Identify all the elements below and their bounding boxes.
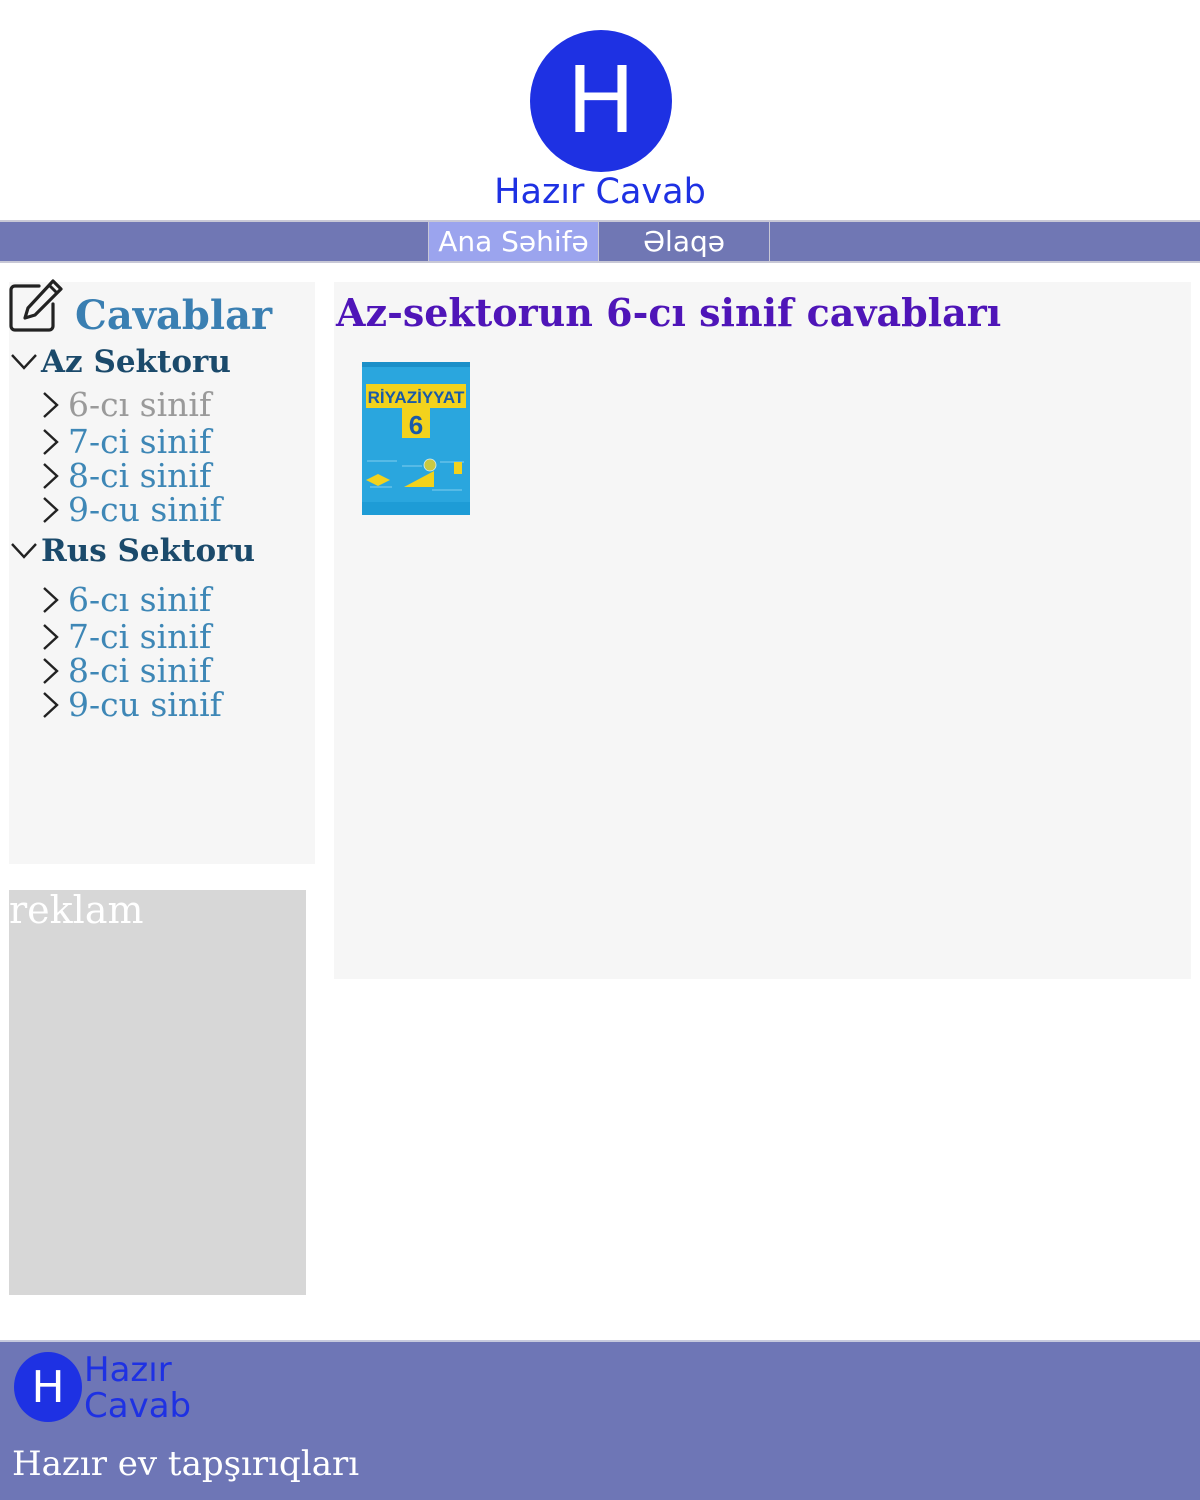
main-content: Az-sektorun 6-cı sinif cavabları RİYAZİY… [334,282,1191,979]
nav-item-contact[interactable]: Əlaqə [599,222,770,261]
grade-label[interactable]: 6-cı sinif [68,385,211,424]
sidebar-item-az-grade-7[interactable]: 7-ci sinif [9,422,315,461]
sidebar-item-az-grade-8[interactable]: 8-ci sinif [9,456,315,495]
edit-icon [9,279,63,332]
nav-item-home[interactable]: Ana Səhifə [428,222,599,261]
chevron-right-icon [43,587,59,613]
sidebar-item-az-grade-9[interactable]: 9-cu sinif [9,490,315,529]
chevron-right-icon [43,692,59,718]
chevron-right-icon [43,624,59,650]
book-cover-image: RİYAZİYYAT 6 [362,362,470,515]
chevron-right-icon [43,429,59,455]
sidebar: Cavablar Az Sektoru 6-cı sinif 7-ci sini… [9,279,315,864]
footer-tagline: Hazır ev tapşırıqları [12,1444,360,1484]
site-header: H Hazır Cavab [0,0,1200,220]
grade-label[interactable]: 9-cu sinif [68,685,222,724]
book-cover-riyaziyyat-6[interactable]: RİYAZİYYAT 6 [362,362,470,515]
chevron-right-icon [43,658,59,684]
site-footer: H Hazır Cavab Hazır ev tapşırıqları [0,1340,1200,1500]
page-title: Az-sektorun 6-cı sinif cavabları [336,290,1002,335]
book-grade: 6 [409,410,423,440]
ad-label: reklam [9,888,144,932]
chevron-right-icon [43,497,59,523]
chevron-down-icon [11,354,37,370]
sector-az[interactable]: Az Sektoru [9,344,315,384]
site-name[interactable]: Hazır Cavab [400,172,800,212]
footer-logo[interactable]: H [14,1352,82,1422]
book-title: RİYAZİYYAT [368,388,465,407]
sector-label[interactable]: Rus Sektoru [41,533,255,569]
sidebar-item-az-grade-6[interactable]: 6-cı sinif [9,385,315,424]
sidebar-item-rus-grade-6[interactable]: 6-cı sinif [9,580,315,619]
grade-label[interactable]: 9-cu sinif [68,490,222,529]
main-nav: Ana Səhifə Əlaqə [0,220,1200,263]
grade-label[interactable]: 6-cı sinif [68,580,211,619]
chevron-right-icon [43,463,59,489]
sidebar-item-rus-grade-7[interactable]: 7-ci sinif [9,617,315,656]
sidebar-item-rus-grade-9[interactable]: 9-cu sinif [9,685,315,724]
chevron-down-icon [11,543,37,559]
site-logo[interactable]: H [530,30,672,172]
chevron-right-icon [43,392,59,418]
sector-label[interactable]: Az Sektoru [41,344,231,380]
ad-banner[interactable]: reklam [9,888,306,1295]
sidebar-header: Cavablar [9,279,315,342]
sector-rus[interactable]: Rus Sektoru [9,533,315,573]
sidebar-title: Cavablar [75,292,273,339]
sidebar-item-rus-grade-8[interactable]: 8-ci sinif [9,651,315,690]
footer-site-name[interactable]: Hazır Cavab [84,1352,214,1424]
